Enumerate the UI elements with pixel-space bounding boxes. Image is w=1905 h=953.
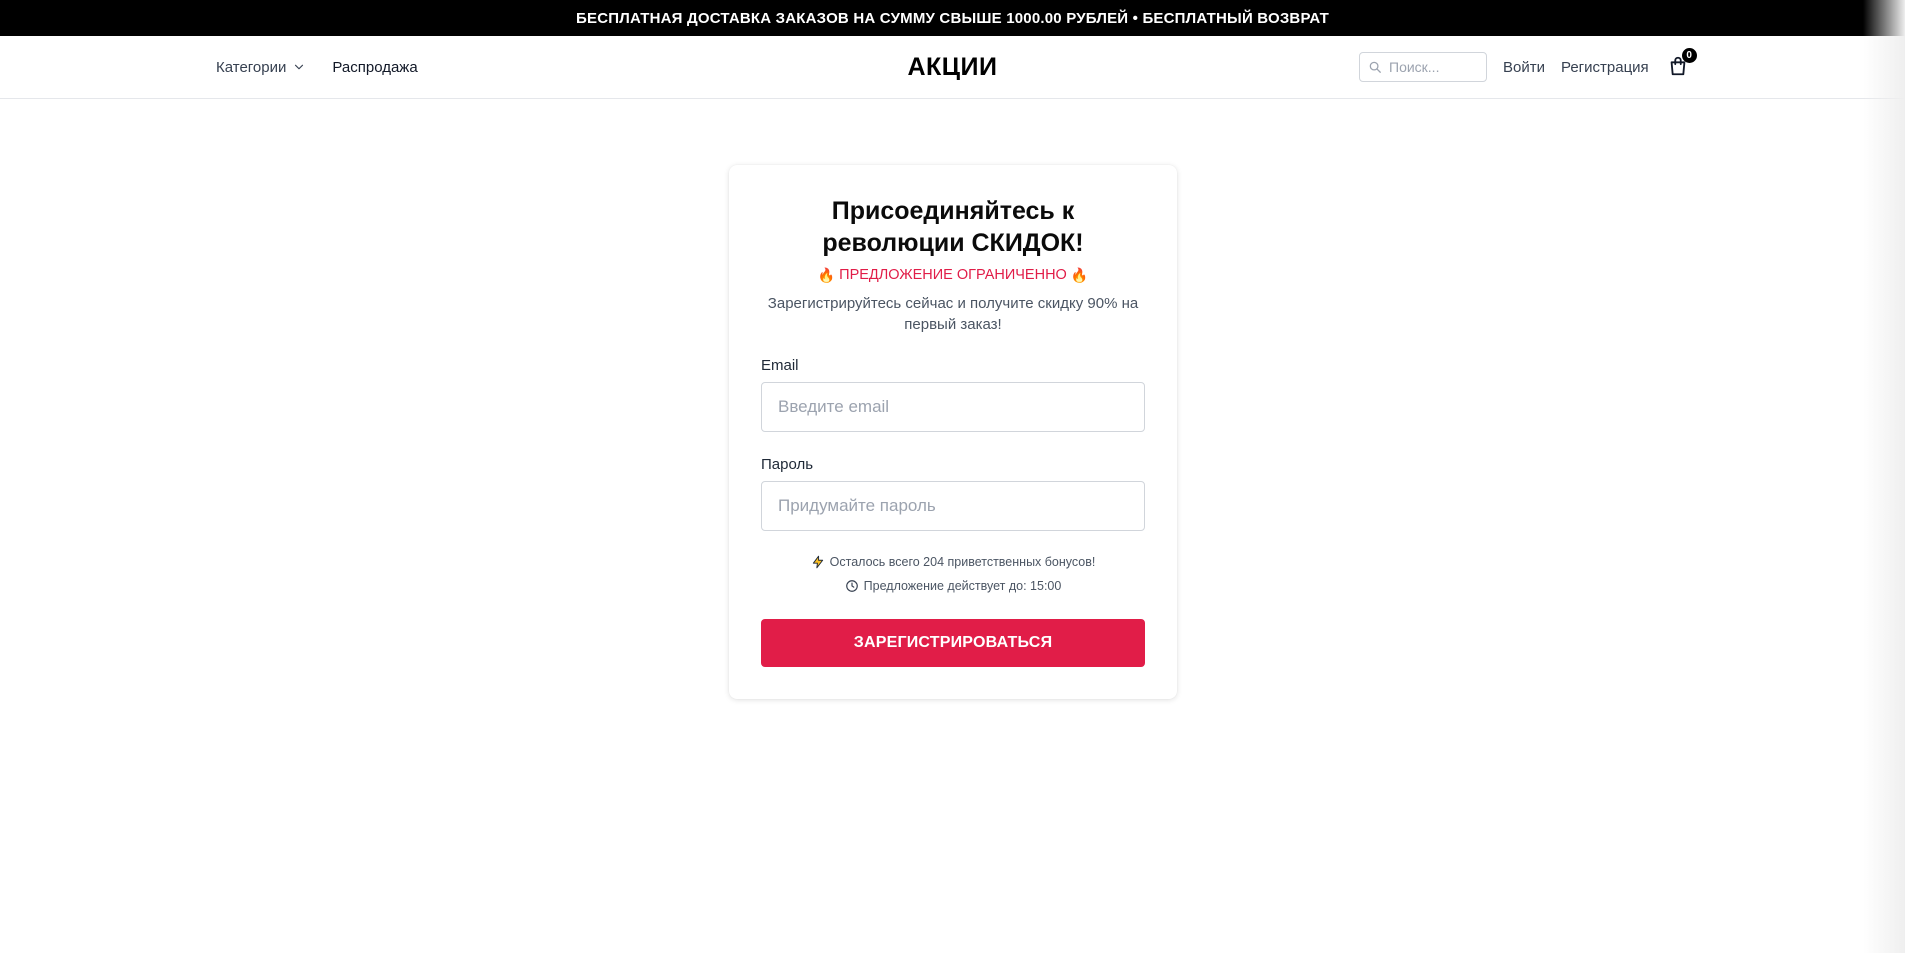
- header-actions: Войти Регистрация 0: [1359, 36, 1697, 98]
- timer-note-text: Предложение действует до: 15:00: [863, 579, 1062, 593]
- page: БЕСПЛАТНАЯ ДОСТАВКА ЗАКАЗОВ НА СУММУ СВЫ…: [0, 0, 1905, 953]
- fire-icon: 🔥: [817, 267, 836, 283]
- chevron-down-icon: [295, 64, 304, 70]
- categories-label: Категории: [216, 58, 287, 76]
- primary-nav: Категории Распродажа: [216, 36, 418, 98]
- register-link[interactable]: Регистрация: [1561, 59, 1649, 76]
- signup-subtitle: Зарегистрируйтесь сейчас и получите скид…: [767, 295, 1139, 333]
- password-field[interactable]: [762, 482, 1144, 530]
- email-field-wrapper: [761, 382, 1145, 432]
- limited-offer-text: ПРЕДЛОЖЕНИЕ ОГРАНИЧЕННО: [839, 267, 1067, 283]
- register-submit-button[interactable]: ЗАРЕГИСТРИРОВАТЬСЯ: [761, 619, 1145, 667]
- sale-link[interactable]: Распродажа: [332, 59, 417, 76]
- password-label: Пароль: [761, 456, 814, 473]
- bonus-note: Осталось всего 204 приветственных бонусо…: [761, 553, 1145, 571]
- announcement-text: БЕСПЛАТНАЯ ДОСТАВКА ЗАКАЗОВ НА СУММУ СВЫ…: [576, 9, 1329, 27]
- site-header: Категории Распродажа АКЦИИ Войти Регистр…: [0, 36, 1905, 99]
- cart-count-badge: 0: [1681, 48, 1697, 63]
- login-link[interactable]: Войти: [1503, 59, 1545, 76]
- fire-icon: 🔥: [1070, 267, 1089, 283]
- search-box[interactable]: [1359, 52, 1487, 82]
- scroll-edge-shadow: [1863, 0, 1905, 953]
- signup-title: Присоединяйтесь к революции СКИДОК!: [822, 197, 1084, 257]
- email-field[interactable]: [762, 383, 1144, 431]
- announcement-bar: БЕСПЛАТНАЯ ДОСТАВКА ЗАКАЗОВ НА СУММУ СВЫ…: [0, 0, 1905, 36]
- categories-menu[interactable]: Категории: [216, 59, 306, 76]
- lightning-icon: [812, 555, 823, 569]
- search-icon: [1369, 61, 1381, 73]
- timer-note: Предложение действует до: 15:00: [761, 577, 1145, 595]
- email-label: Email: [761, 357, 799, 374]
- password-field-wrapper: [761, 481, 1145, 531]
- cart-button[interactable]: 0: [1667, 48, 1697, 79]
- limited-offer-banner: 🔥 ПРЕДЛОЖЕНИЕ ОГРАНИЧЕННО 🔥: [761, 267, 1145, 283]
- signup-card: Присоединяйтесь к революции СКИДОК! 🔥 ПР…: [729, 165, 1177, 699]
- bonus-note-text: Осталось всего 204 приветственных бонусо…: [829, 555, 1096, 569]
- clock-icon: [845, 580, 858, 592]
- brand-logo[interactable]: АКЦИИ: [907, 53, 997, 82]
- search-input[interactable]: [1389, 59, 1477, 75]
